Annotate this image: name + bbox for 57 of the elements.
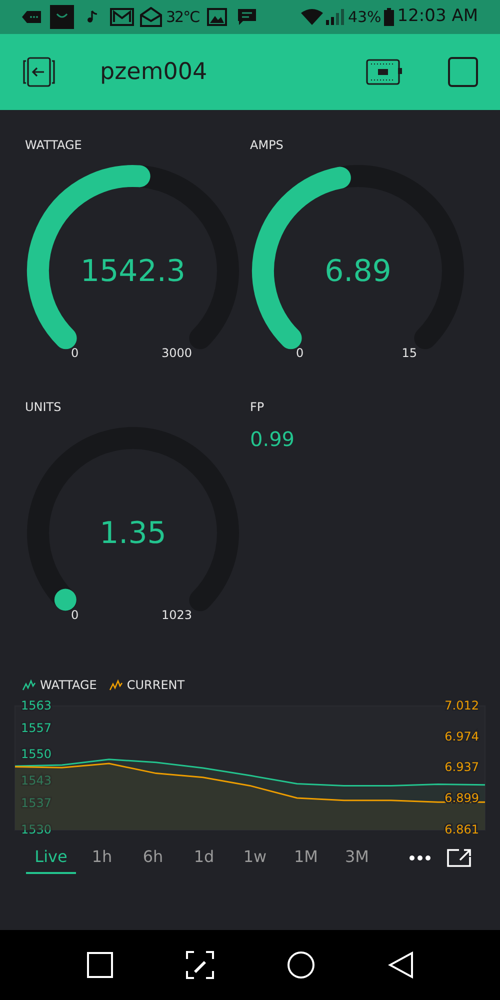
widget-label: UNITS (25, 399, 62, 416)
message-icon (237, 8, 258, 26)
notification-icon (22, 10, 42, 24)
period-tab[interactable]: 6h (128, 842, 178, 874)
wifi-icon (300, 9, 323, 25)
home-icon[interactable] (286, 951, 314, 979)
recent-apps-icon[interactable] (86, 952, 112, 978)
music-note-icon (86, 10, 98, 24)
gauge-value: 1.35 (100, 514, 166, 552)
project-title: pzem004 (100, 58, 208, 87)
clock: 12:03 AM (397, 5, 478, 28)
period-tab[interactable]: 3M (332, 842, 382, 874)
gauge-value: 1542.3 (80, 252, 186, 290)
gauge-min: 0 (71, 607, 79, 624)
gauge-max: 1023 (161, 607, 192, 624)
legend-label: WATTAGE (40, 677, 97, 694)
gauge-value: 6.89 (324, 252, 392, 290)
gauge-min: 0 (296, 345, 304, 362)
period-tab[interactable]: Live (26, 842, 76, 874)
axis-tick-label: 1530 (21, 822, 52, 836)
screenshot-edit-icon[interactable] (186, 951, 214, 979)
axis-tick-label: 6.899 (444, 791, 479, 806)
mail-icon (110, 8, 134, 26)
shopping-bag-icon (50, 5, 74, 29)
axis-tick-label: 7.012 (444, 698, 479, 712)
circuit-board-icon[interactable] (366, 59, 402, 85)
battery-icon (384, 8, 394, 26)
axis-tick-label: 1557 (21, 720, 52, 735)
more-icon[interactable] (409, 855, 431, 861)
gauge-max: 3000 (161, 345, 192, 362)
widget-value: 0.99 (250, 426, 296, 453)
axis-tick-label: 1550 (21, 747, 52, 762)
axis-tick-label: 6.937 (444, 760, 479, 774)
axis-tick-label: 1543 (21, 773, 52, 788)
back-icon[interactable] (388, 951, 414, 979)
period-tab[interactable]: 1h (77, 842, 127, 874)
period-tab[interactable]: 1M (281, 842, 331, 874)
period-tab[interactable]: 1w (230, 842, 280, 874)
open-envelope-icon (140, 7, 162, 27)
exit-icon[interactable] (22, 56, 56, 88)
temperature: 32°C (166, 6, 200, 28)
axis-tick-label: 1563 (21, 698, 52, 712)
play-button[interactable] (448, 57, 478, 87)
widget-label: WATTAGE (25, 137, 82, 154)
battery-percent: 43% (348, 6, 382, 28)
axis-tick-label: 6.861 (444, 822, 479, 836)
legend-label: CURRENT (126, 677, 185, 694)
signal-icon (326, 9, 346, 25)
widget-label: FP (250, 399, 266, 416)
gauge-max: 15 (402, 345, 417, 362)
image-icon (207, 8, 228, 26)
period-tab[interactable]: 1d (179, 842, 229, 874)
gauge-min: 0 (71, 345, 79, 362)
widget-label: AMPS (250, 137, 284, 154)
axis-tick-label: 1537 (21, 796, 52, 810)
axis-tick-label: 6.974 (444, 729, 479, 744)
expand-icon[interactable] (447, 849, 471, 867)
